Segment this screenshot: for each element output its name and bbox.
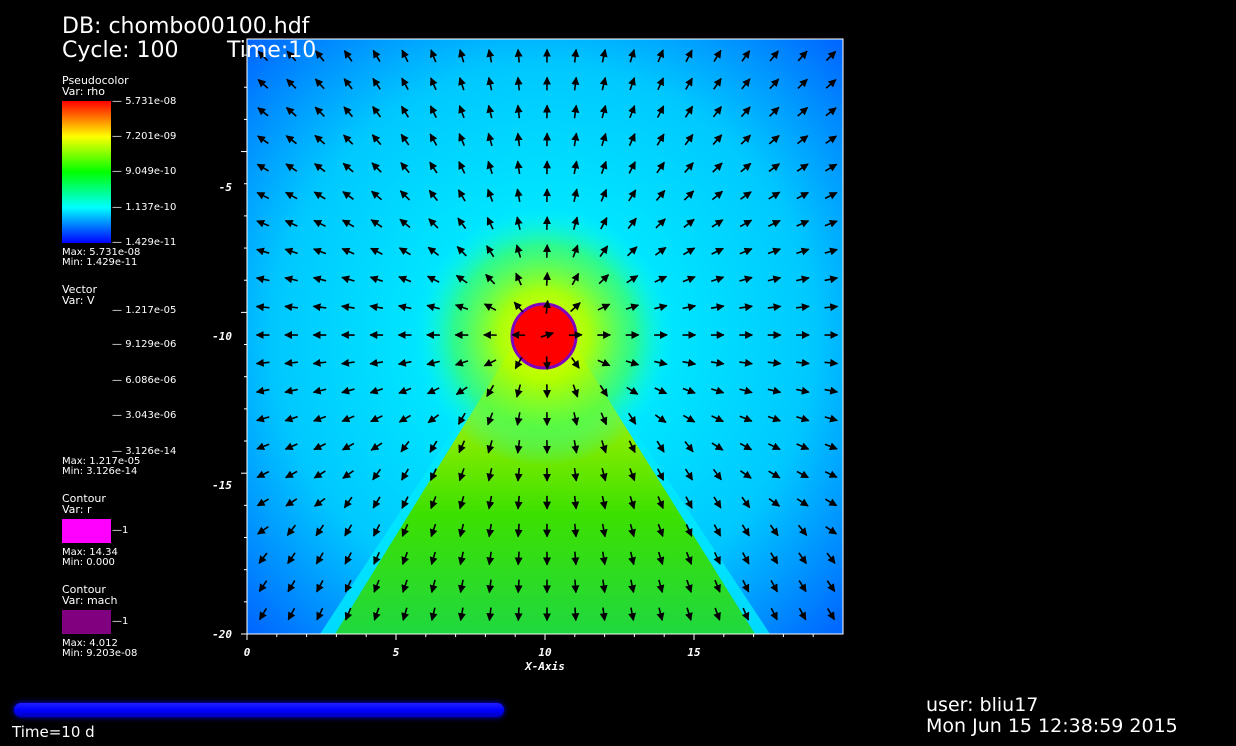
velocity-arrow bbox=[511, 331, 526, 340]
y-tick-label: -10 bbox=[212, 330, 232, 343]
date-label: Mon Jun 15 12:38:59 2015 bbox=[926, 715, 1178, 737]
y-axis-tick-labels: -5 -10 -15 -20 bbox=[212, 181, 232, 641]
velocity-arrow bbox=[514, 579, 523, 594]
x-tick-label: 5 bbox=[393, 646, 400, 659]
velocity-arrow bbox=[542, 356, 551, 371]
y-tick-label: -20 bbox=[212, 628, 232, 641]
velocity-arrow bbox=[514, 523, 523, 538]
time-label: Time:10 bbox=[227, 38, 317, 63]
simulation-plot: 0 5 10 15 X-Axis -5 -10 -15 -20 bbox=[212, 38, 844, 673]
velocity-arrow bbox=[514, 607, 523, 622]
y-tick-label: -15 bbox=[212, 479, 232, 492]
x-axis-title: X-Axis bbox=[524, 660, 565, 673]
velocity-arrow bbox=[542, 271, 551, 286]
time-slider-label: Time=10 d bbox=[12, 723, 95, 741]
velocity-arrow bbox=[514, 551, 523, 566]
x-tick-label: 15 bbox=[687, 646, 701, 659]
x-tick-label: 10 bbox=[538, 646, 552, 659]
y-tick-label: -5 bbox=[219, 181, 233, 194]
velocity-arrow bbox=[571, 579, 580, 594]
user-label: user: bliu17 bbox=[926, 694, 1039, 716]
velocity-arrow bbox=[571, 551, 580, 566]
time-slider[interactable] bbox=[14, 703, 504, 717]
x-tick-label: 0 bbox=[244, 646, 251, 659]
velocity-arrow bbox=[571, 607, 580, 622]
x-axis-tick-labels: 0 5 10 15 bbox=[244, 646, 701, 659]
